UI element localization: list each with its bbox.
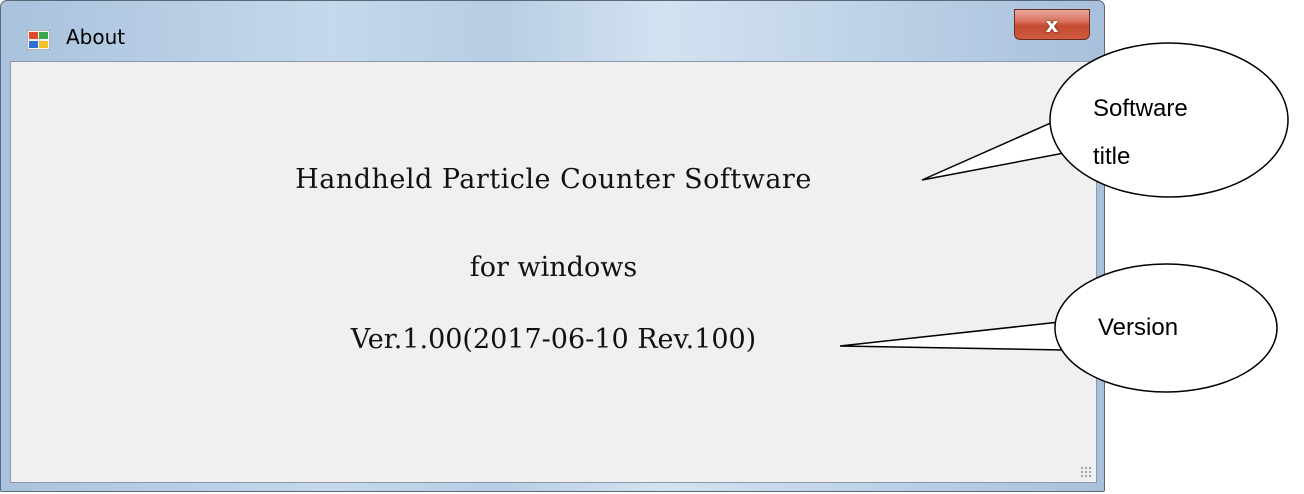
close-button[interactable]: x bbox=[1014, 9, 1090, 40]
software-title-callout-label-line2: title bbox=[1093, 143, 1131, 170]
platform-subtitle: for windows bbox=[469, 252, 638, 283]
resize-grip-icon[interactable] bbox=[1080, 466, 1092, 478]
window-title: About bbox=[66, 25, 126, 49]
version-callout-label: Version bbox=[1098, 314, 1179, 341]
software-title-callout-label-line1: Software bbox=[1093, 95, 1188, 122]
dialog-body: Handheld Particle Counter Software for w… bbox=[10, 61, 1097, 483]
software-title: Handheld Particle Counter Software bbox=[295, 164, 812, 195]
app-window-icon bbox=[27, 30, 50, 50]
close-icon: x bbox=[1045, 12, 1059, 37]
title-bar[interactable]: About x bbox=[1, 1, 1104, 61]
version-text: Ver.1.00(2017-06-10 Rev.100) bbox=[350, 324, 757, 355]
about-dialog: About x Handheld Particle Counter Softwa… bbox=[0, 0, 1105, 492]
